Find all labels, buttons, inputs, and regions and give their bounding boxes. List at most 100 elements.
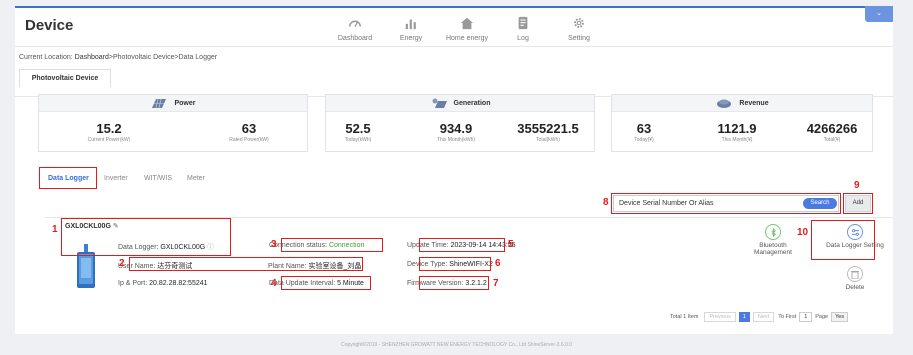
highlight-update-interval xyxy=(281,276,371,290)
pager-previous[interactable]: Previous xyxy=(704,312,736,322)
highlight-update-time xyxy=(419,238,505,252)
nav-setting[interactable]: Setting xyxy=(551,8,607,48)
solar-generation-icon xyxy=(432,98,447,108)
breadcrumb-rest: >Photovoltaic Device>Data Logger xyxy=(108,54,218,61)
ip-port-field: Ip & Port: 20.82.28.82:55241 xyxy=(118,280,208,287)
bluetooth-management-button[interactable]: Bluetooth Management xyxy=(745,224,801,256)
rev-today-stat: 63 Today(¥) xyxy=(614,121,674,143)
chevron-down-icon: ⌄ xyxy=(876,10,882,17)
power-card: Power 15.2 Current Power(kW) 63 Rated Po… xyxy=(38,94,308,152)
main-nav: Dashboard Energy Home energy Log Setting xyxy=(327,8,607,48)
marker-3: 3 xyxy=(271,239,277,250)
highlight-logger-setting xyxy=(811,220,875,260)
bluetooth-icon xyxy=(765,224,781,240)
highlight-user-plant xyxy=(129,257,363,271)
marker-5: 5 xyxy=(508,239,514,250)
bar-chart-icon xyxy=(405,19,416,30)
revenue-card-header: Revenue xyxy=(612,95,872,112)
power-card-header: Power xyxy=(39,95,307,112)
bluetooth-management-label: Bluetooth Management xyxy=(754,242,792,256)
gen-total-value: 3555221.5 xyxy=(517,121,579,136)
power-title: Power xyxy=(174,99,196,107)
highlight-logger-serial xyxy=(61,218,231,256)
footer-copyright: Copyright©2019 - SHENZHEN GROWATT NEW EN… xyxy=(341,342,572,348)
generation-card-header: Generation xyxy=(326,95,594,112)
delete-label: Delete xyxy=(845,284,865,291)
nav-label: Dashboard xyxy=(337,35,373,42)
nav-label: Log xyxy=(517,35,529,42)
rated-power-value: 63 xyxy=(241,121,257,136)
main-panel: Power 15.2 Current Power(kW) 63 Rated Po… xyxy=(15,94,893,334)
nav-label: Setting xyxy=(568,35,590,42)
gen-month-label: This Month(kWh) xyxy=(436,137,476,143)
breadcrumb-prefix: Current Location: xyxy=(19,54,75,61)
nav-log[interactable]: Log xyxy=(495,8,551,48)
gen-today-stat: 52.5 Today(kWh) xyxy=(328,121,388,143)
breadcrumb: Current Location: Dashboard>Photovoltaic… xyxy=(19,54,217,61)
ip-port-value: 20.82.28.82:55241 xyxy=(149,280,208,287)
nav-label: Home energy xyxy=(445,35,489,42)
pager-total: Total 1 Item xyxy=(670,314,699,320)
nav-home-energy[interactable]: Home energy xyxy=(439,8,495,48)
document-icon xyxy=(518,16,528,30)
rated-power-label: Rated Power(kW) xyxy=(229,137,269,143)
sub-header: Current Location: Dashboard>Photovoltaic… xyxy=(15,46,893,96)
rev-total-stat: 4266266 Total(¥) xyxy=(792,121,872,143)
marker-7: 7 xyxy=(493,278,499,289)
highlight-connection-status xyxy=(281,238,383,252)
highlight-data-logger-tab xyxy=(39,167,97,189)
solar-panel-icon xyxy=(152,98,167,109)
gen-today-label: Today(kWh) xyxy=(344,137,372,143)
gen-total-label: Total(kWh) xyxy=(536,137,560,143)
marker-8: 8 xyxy=(603,197,609,208)
app-title: Device xyxy=(25,17,74,34)
generation-card: Generation 52.5 Today(kWh) 934.9 This Mo… xyxy=(325,94,595,152)
rev-month-stat: 1121.9 This Month(¥) xyxy=(702,121,772,143)
home-icon xyxy=(460,17,474,30)
tab-wit-wis[interactable]: WIT/WIS xyxy=(144,175,172,182)
pager-page-input[interactable]: 1 xyxy=(799,312,813,322)
gear-icon xyxy=(574,18,584,28)
rev-month-value: 1121.9 xyxy=(717,121,757,136)
collapse-button[interactable]: ⌄ xyxy=(865,6,893,22)
pager-go-button[interactable]: Yes xyxy=(831,312,849,322)
current-power-stat: 15.2 Current Power(kW) xyxy=(69,121,149,143)
speedometer-icon xyxy=(349,20,361,27)
highlight-device-type xyxy=(419,257,491,271)
rev-total-label: Total(¥) xyxy=(823,137,841,143)
highlight-firmware xyxy=(419,276,489,290)
gen-month-stat: 934.9 This Month(kWh) xyxy=(421,121,491,143)
marker-10: 10 xyxy=(797,227,809,238)
rated-power-stat: 63 Rated Power(kW) xyxy=(209,121,289,143)
revenue-card: Revenue 63 Today(¥) 1121.9 This Month(¥)… xyxy=(611,94,873,152)
pager-page-1[interactable]: 1 xyxy=(738,312,750,322)
highlight-search xyxy=(611,193,841,214)
tab-meter[interactable]: Meter xyxy=(187,175,205,182)
top-bar: Device Dashboard Energy Home energy Log … xyxy=(15,6,893,46)
pagination: Total 1 Item Previous 1 Next To First 1 … xyxy=(670,312,849,322)
rev-today-label: Today(¥) xyxy=(634,137,654,143)
nav-energy[interactable]: Energy xyxy=(383,8,439,48)
nav-dashboard[interactable]: Dashboard xyxy=(327,8,383,48)
marker-9: 9 xyxy=(854,180,860,191)
breadcrumb-dashboard-link[interactable]: Dashboard xyxy=(75,54,109,61)
tab-inverter[interactable]: Inverter xyxy=(104,175,128,182)
pager-page-label: Page xyxy=(815,314,829,320)
rev-total-value: 4266266 xyxy=(806,121,858,136)
gen-total-stat: 3555221.5 Total(kWh) xyxy=(508,121,588,143)
current-power-value: 15.2 xyxy=(96,121,122,136)
nav-label: Energy xyxy=(399,35,423,42)
rev-today-value: 63 xyxy=(636,121,652,136)
delete-button[interactable]: Delete xyxy=(832,266,878,291)
gen-month-value: 934.9 xyxy=(439,121,473,136)
current-power-label: Current Power(kW) xyxy=(87,137,131,143)
revenue-title: Revenue xyxy=(739,99,769,107)
tab-photovoltaic-device[interactable]: Photovoltaic Device xyxy=(19,69,111,87)
marker-4: 4 xyxy=(271,278,277,289)
highlight-add xyxy=(843,193,873,214)
pager-to-first: To First xyxy=(778,314,797,320)
generation-title: Generation xyxy=(453,99,491,107)
ip-port-label: Ip & Port: xyxy=(118,280,150,287)
marker-6: 6 xyxy=(495,258,501,269)
pager-next[interactable]: Next xyxy=(752,312,775,322)
